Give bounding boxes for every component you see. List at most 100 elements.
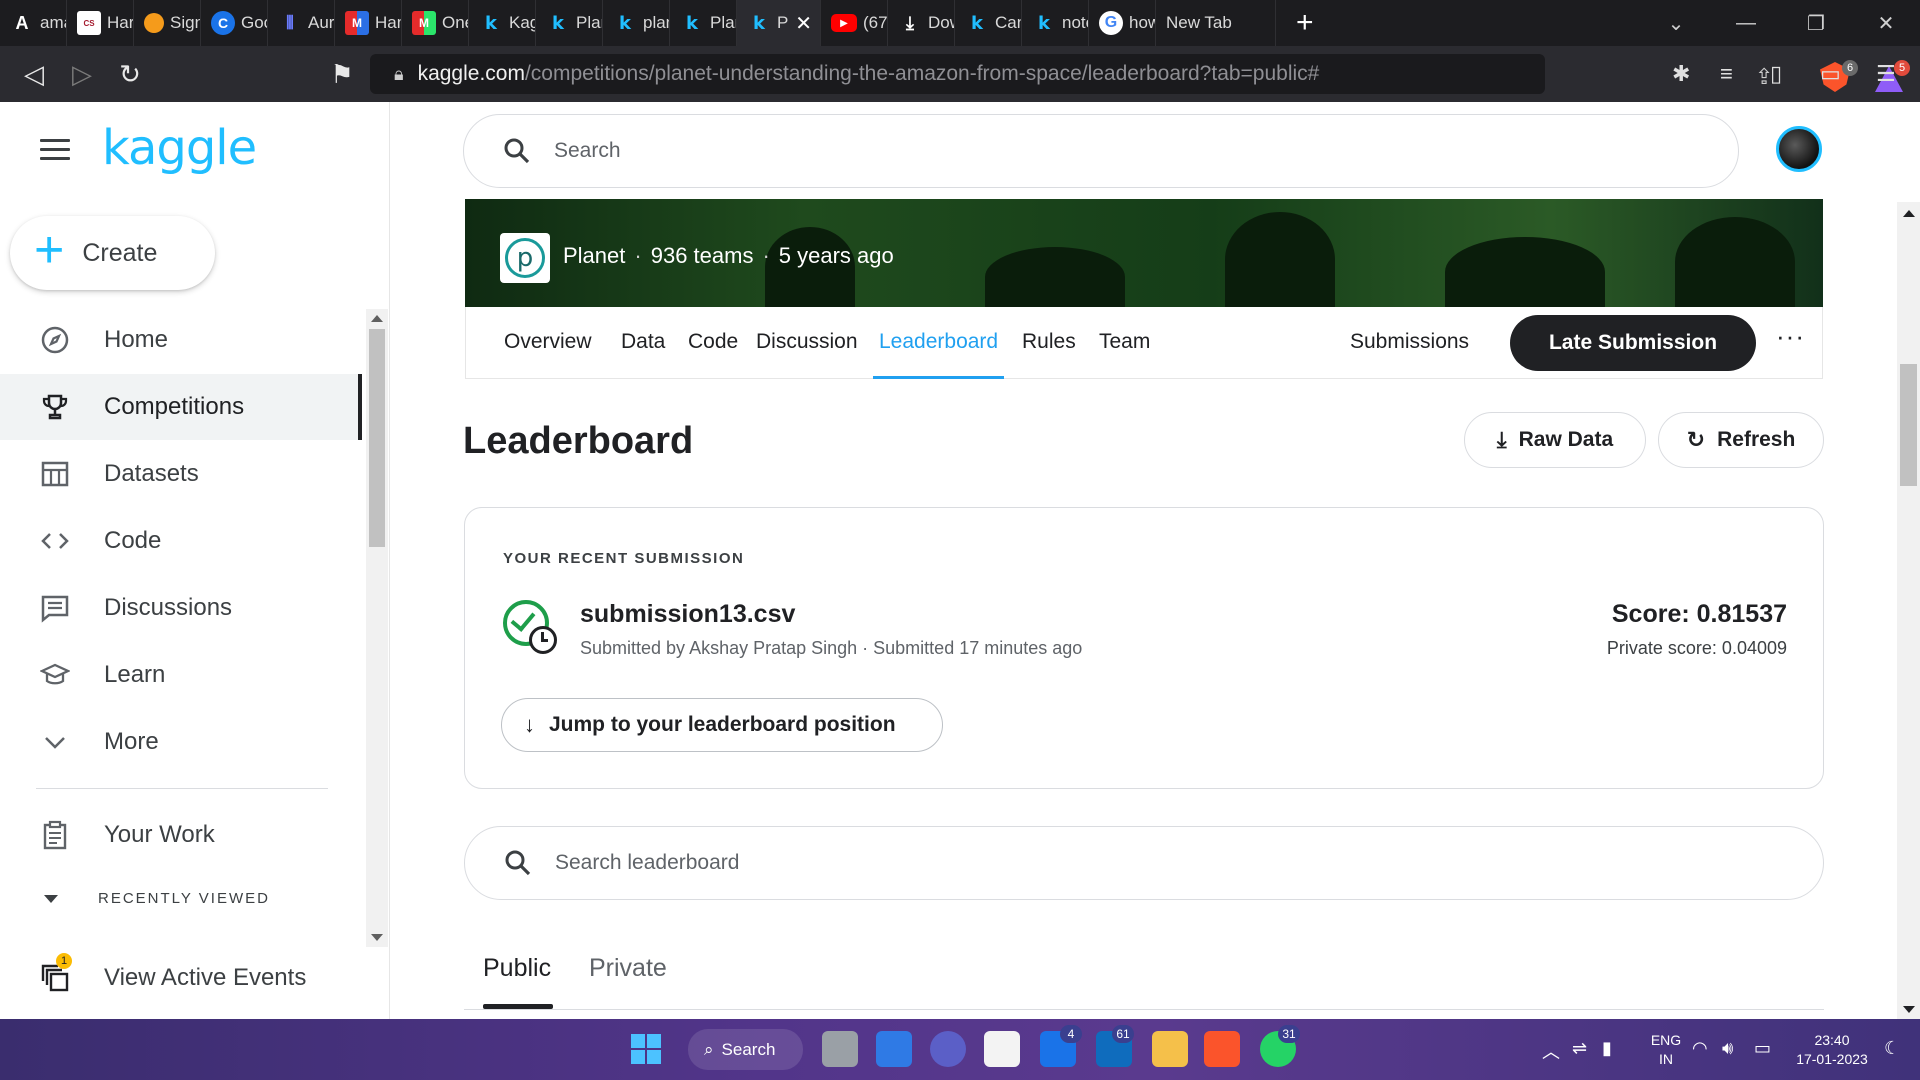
browser-tab[interactable]: ▶ (678 — [821, 0, 888, 46]
chevron-up-icon[interactable]: ︿ — [1542, 1038, 1560, 1064]
raw-data-button[interactable]: ⤓ Raw Data — [1464, 412, 1646, 468]
browser-tab-new[interactable]: New Tab — [1156, 0, 1276, 46]
scroll-up-arrow-icon[interactable] — [371, 315, 383, 322]
back-icon[interactable]: ◁ — [10, 59, 58, 90]
file-explorer-icon[interactable] — [1152, 1031, 1188, 1067]
task-view-icon[interactable] — [822, 1031, 858, 1067]
sidebar-item-home[interactable]: Home — [0, 307, 362, 373]
brave-browser-icon[interactable] — [1204, 1031, 1240, 1067]
main-scrollbar[interactable] — [1897, 202, 1920, 1019]
avatar[interactable] — [1776, 126, 1822, 172]
lock-icon: 🔒︎ — [394, 63, 404, 84]
browser-tab[interactable]: G how — [1089, 0, 1156, 46]
language-indicator[interactable]: ENG IN — [1640, 1019, 1692, 1080]
address-bar[interactable]: 🔒︎ kaggle.com/competitions/planet-unders… — [370, 54, 1910, 94]
scroll-down-arrow-icon[interactable] — [1903, 1006, 1915, 1013]
browser-tab[interactable]: ⤓ Dow — [888, 0, 955, 46]
late-submission-button[interactable]: Late Submission — [1510, 315, 1756, 371]
browser-tab[interactable]: C Goo — [201, 0, 268, 46]
wallet-icon[interactable]: ▭ — [1820, 46, 1841, 102]
jump-to-position-button[interactable]: ↓ Jump to your leaderboard position — [501, 698, 943, 752]
browser-tab[interactable]: k Kagg — [469, 0, 536, 46]
submission-filename: submission13.csv — [580, 600, 796, 628]
teams-chat-icon[interactable] — [930, 1031, 966, 1067]
sidebar-item-code[interactable]: Code — [0, 508, 362, 574]
caret-down-icon — [44, 895, 58, 904]
browser-tab[interactable]: k Can — [955, 0, 1022, 46]
browser-tab-active[interactable]: k P ✕ — [737, 0, 821, 46]
wifi-icon[interactable]: ◠ — [1692, 1038, 1708, 1059]
sidebar-item-discussions[interactable]: Discussions — [0, 575, 362, 641]
tab-search-chevron-icon[interactable]: ⌄ — [1636, 0, 1716, 46]
new-tab-plus-icon[interactable]: + — [1296, 6, 1314, 40]
bookmark-icon[interactable]: ⚑ — [318, 59, 366, 90]
sidebar-item-competitions[interactable]: Competitions — [0, 374, 362, 440]
minimize-icon[interactable]: — — [1706, 0, 1786, 46]
sidebar-item-learn[interactable]: Learn — [0, 642, 362, 708]
recently-viewed-header[interactable]: RECENTLY VIEWED — [44, 890, 270, 907]
kaggle-k-icon: k — [552, 12, 564, 34]
volume-icon[interactable]: 🔊︎ — [1722, 1038, 1733, 1059]
scroll-up-arrow-icon[interactable] — [1903, 210, 1915, 217]
leaderboard-search-input[interactable]: Search leaderboard — [464, 826, 1824, 900]
tab-public[interactable]: Public — [483, 954, 551, 983]
sidebar-item-datasets[interactable]: Datasets — [0, 441, 362, 507]
clipboard-icon — [38, 818, 72, 852]
browser-tab[interactable]: k note — [1022, 0, 1089, 46]
browser-tab[interactable]: M One — [402, 0, 469, 46]
tab-submissions[interactable]: Submissions — [1350, 307, 1469, 377]
widgets-icon[interactable] — [876, 1031, 912, 1067]
scroll-thumb[interactable] — [369, 329, 385, 547]
sidebar-scrollbar[interactable] — [366, 309, 388, 947]
browser-tab[interactable]: Sign — [134, 0, 201, 46]
notifications-icon[interactable]: ☾ — [1884, 1038, 1900, 1059]
create-button[interactable]: + Create — [10, 216, 215, 290]
recent-submission-label: YOUR RECENT SUBMISSION — [503, 550, 745, 567]
bars-icon[interactable]: ▮ — [1602, 1038, 1612, 1059]
tab-data[interactable]: Data — [621, 307, 665, 377]
hamburger-menu-icon[interactable] — [40, 139, 70, 166]
browser-tab[interactable]: ⦀ Auris — [268, 0, 335, 46]
playlist-icon[interactable]: ≡ — [1720, 46, 1733, 102]
taskbar-search-button[interactable]: ⌕ Search — [688, 1029, 803, 1070]
windows-start-icon[interactable] — [628, 1031, 664, 1067]
tab-leaderboard[interactable]: Leaderboard — [872, 307, 1005, 379]
scroll-down-arrow-icon[interactable] — [371, 934, 383, 941]
competition-meta: Planet · 936 teams · 5 years ago — [563, 243, 894, 268]
tab-discussion[interactable]: Discussion — [756, 307, 858, 377]
refresh-button[interactable]: ↻ Refresh — [1658, 412, 1824, 468]
close-window-icon[interactable]: ✕ — [1846, 0, 1920, 46]
tab-team[interactable]: Team — [1099, 307, 1150, 377]
sidebar-item-active-events[interactable]: 1 View Active Events — [0, 945, 362, 1011]
browser-tab[interactable]: A amaz — [0, 0, 67, 46]
restore-icon[interactable]: ❐ — [1776, 0, 1856, 46]
browser-tab[interactable]: k plan — [603, 0, 670, 46]
site-search-input[interactable]: Search — [463, 114, 1739, 188]
close-tab-icon[interactable]: ✕ — [795, 11, 812, 36]
kaggle-logo[interactable]: kaggle — [102, 120, 257, 176]
m-logo-icon: M — [345, 11, 369, 35]
sidebar-item-your-work[interactable]: Your Work — [0, 802, 362, 868]
tab-overview[interactable]: Overview — [504, 307, 592, 377]
network-settings-icon[interactable]: ⇌ — [1572, 1038, 1587, 1059]
banner-foliage — [985, 247, 1125, 307]
sidebar-item-more[interactable]: More — [0, 709, 362, 775]
browser-tab[interactable]: M Ham — [335, 0, 402, 46]
tab-rules[interactable]: Rules — [1022, 307, 1076, 377]
forward-icon[interactable]: ▷ — [58, 59, 106, 90]
tab-private[interactable]: Private — [589, 954, 667, 983]
sidebar-toggle-icon[interactable]: ▯ — [1770, 46, 1782, 102]
battery-icon[interactable]: ▭ — [1754, 1038, 1771, 1059]
tab-code[interactable]: Code — [688, 307, 738, 377]
scroll-thumb[interactable] — [1900, 364, 1917, 486]
browser-tab[interactable]: CS Harv — [67, 0, 134, 46]
browser-tab[interactable]: k Plan — [670, 0, 737, 46]
comment-icon — [38, 591, 72, 625]
microsoft-store-icon[interactable] — [984, 1031, 1020, 1067]
clock[interactable]: 23:40 17-01-2023 — [1784, 1019, 1880, 1080]
more-options-icon[interactable]: ··· — [1776, 321, 1805, 352]
menu-icon[interactable]: ☰ — [1876, 46, 1896, 102]
reload-icon[interactable]: ↻ — [106, 59, 154, 90]
extensions-icon[interactable]: ✱ — [1672, 46, 1690, 102]
browser-tab[interactable]: k Plan — [536, 0, 603, 46]
